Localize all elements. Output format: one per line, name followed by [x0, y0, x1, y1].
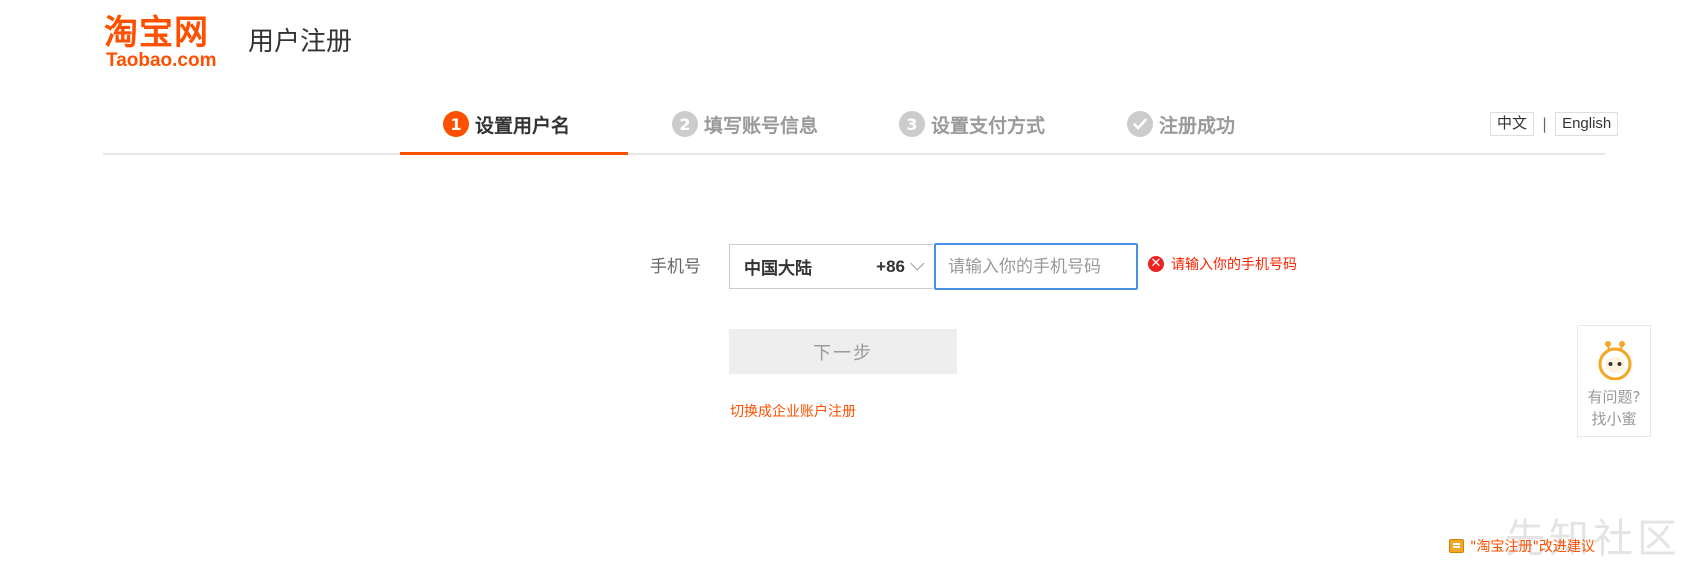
- error-text: 请输入你的手机号码: [1171, 257, 1297, 273]
- next-step-button[interactable]: 下一步: [729, 329, 957, 374]
- help-assistant-widget[interactable]: 有问题? 找小蜜: [1577, 325, 1651, 437]
- active-step-indicator: [400, 152, 628, 155]
- feedback-icon: [1449, 539, 1464, 553]
- assistant-mascot-icon: [1598, 341, 1632, 380]
- feedback-link[interactable]: "淘宝注册"改进建议: [1449, 536, 1595, 556]
- page-title: 用户注册: [248, 27, 353, 57]
- error-icon: ✕: [1148, 256, 1164, 272]
- logo-chinese-text: 淘宝网: [104, 13, 209, 53]
- step-label: 注册成功: [1159, 114, 1236, 137]
- region-name: 中国大陆: [744, 259, 812, 279]
- step-set-payment: 3 设置支付方式: [899, 109, 1045, 139]
- checkmark-icon: [1127, 111, 1153, 137]
- step-label: 填写账号信息: [704, 114, 819, 137]
- step-label: 设置用户名: [475, 114, 571, 137]
- language-switcher: 中文 | English: [1490, 112, 1619, 136]
- taobao-logo[interactable]: 淘宝网 Taobao.com: [104, 13, 240, 71]
- feedback-text: "淘宝注册"改进建议: [1470, 539, 1595, 555]
- step-number-2: 2: [672, 111, 698, 137]
- phone-input[interactable]: [934, 243, 1138, 290]
- help-text-line1: 有问题?: [1587, 388, 1641, 406]
- step-label: 设置支付方式: [931, 114, 1046, 137]
- step-number-1: 1: [443, 111, 469, 137]
- language-separator: |: [1542, 115, 1548, 133]
- phone-label: 手机号: [650, 257, 701, 277]
- language-chinese-button[interactable]: 中文: [1490, 112, 1535, 136]
- step-set-username: 1 设置用户名: [443, 109, 570, 139]
- switch-enterprise-link[interactable]: 切换成企业账户注册: [730, 403, 856, 421]
- help-text-line2: 找小蜜: [1591, 410, 1637, 428]
- phone-error-message: ✕ 请输入你的手机号码: [1148, 254, 1297, 274]
- region-code: +86: [876, 256, 905, 276]
- logo-english-text: Taobao.com: [106, 50, 217, 71]
- step-register-success: 注册成功: [1127, 109, 1235, 139]
- step-fill-account-info: 2 填写账号信息: [672, 109, 818, 139]
- step-number-3: 3: [899, 111, 925, 137]
- chevron-down-icon: [910, 255, 925, 271]
- help-text: 有问题? 找小蜜: [1578, 386, 1650, 430]
- language-english-button[interactable]: English: [1555, 112, 1619, 136]
- region-code-select[interactable]: 中国大陆 +86: [729, 244, 933, 289]
- steps-divider: [103, 153, 1605, 155]
